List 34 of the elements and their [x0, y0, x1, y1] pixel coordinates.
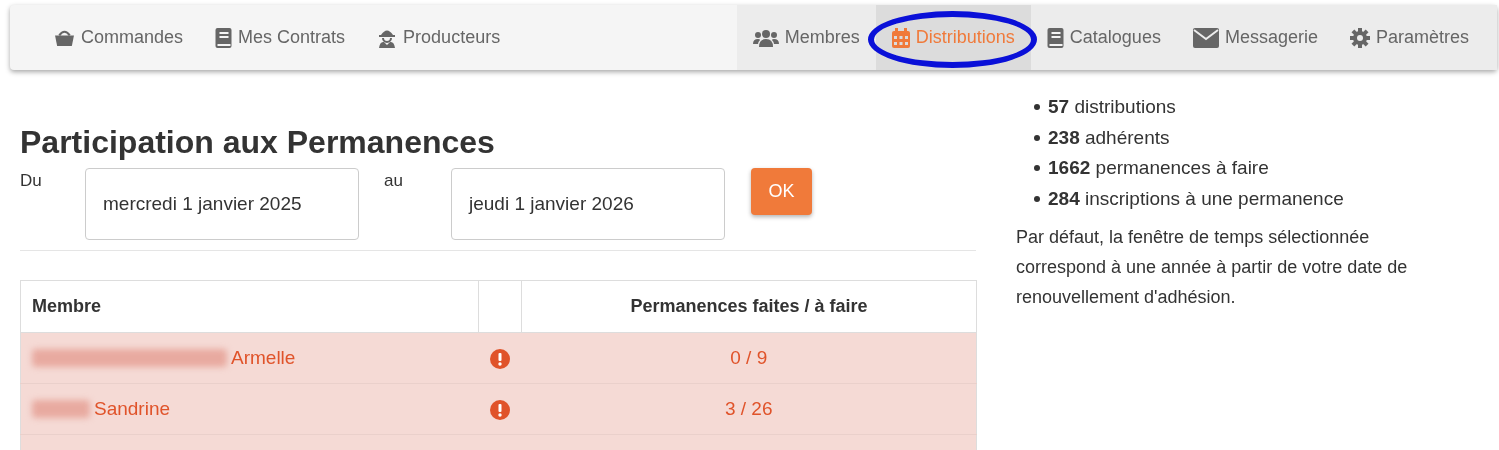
nav-tab[interactable]: Messagerie — [1176, 5, 1334, 70]
column-header: Permanences faites / à faire — [521, 280, 977, 333]
book-icon — [1046, 27, 1064, 48]
nav-tab[interactable]: Mes Contrats — [199, 5, 362, 70]
member-link[interactable]: Sandrine — [94, 394, 171, 424]
page-title: Participation aux Permanences — [20, 123, 496, 162]
info-paragraph: Par défaut, la fenêtre de temps sélectionnée correspond à une année à partir de votre date de renouvellement d'adhésion. — [1016, 226, 1409, 309]
member-link[interactable]: Armelle — [231, 343, 296, 373]
nav-tab[interactable]: Paramètres — [1333, 5, 1485, 70]
stat-item: 57 distributions — [1048, 95, 1176, 119]
bullet — [1034, 165, 1040, 172]
stat-item: 284 inscriptions à une permanence — [1048, 186, 1344, 211]
nav-tab[interactable]: Commandes — [38, 5, 200, 70]
to-label: au — [384, 170, 404, 192]
users-icon — [752, 28, 779, 47]
start-date-field[interactable]: mercredi 1 janvier 2025 — [85, 168, 359, 240]
end-date-field[interactable]: jeudi 1 janvier 2026 — [451, 168, 725, 240]
column-header: Membre — [20, 280, 479, 333]
calendar-icon — [891, 27, 910, 48]
ok-button[interactable]: OK — [751, 168, 812, 215]
stat-item: 1662 permanences à faire — [1048, 156, 1269, 180]
bullet — [1034, 104, 1040, 111]
nav-tab[interactable]: Membres — [736, 5, 876, 70]
nav-tab[interactable]: Catalogues — [1030, 5, 1177, 70]
table-cell: 3 / 26 — [724, 397, 773, 419]
stat-item: 238 adhérents — [1048, 125, 1170, 150]
basket-icon — [54, 28, 75, 47]
bullet — [1034, 195, 1040, 202]
book-icon — [215, 27, 233, 48]
table-cell: 0 / 9 — [730, 346, 768, 368]
nav-tab[interactable]: Producteurs — [361, 5, 517, 70]
envelope-icon — [1192, 27, 1219, 48]
bullet — [1034, 134, 1040, 141]
from-label: Du — [20, 170, 43, 192]
